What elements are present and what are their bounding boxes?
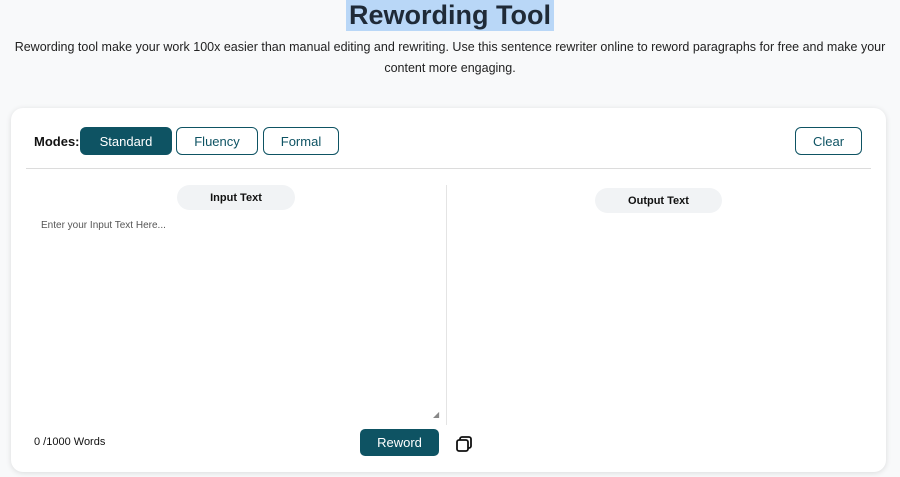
resize-handle-icon[interactable]: ◢ xyxy=(433,410,439,419)
page-subtitle: Rewording tool make your work 100x easie… xyxy=(14,40,886,75)
rewording-card: Modes: Standard Fluency Formal Clear Inp… xyxy=(11,108,886,472)
copy-icon[interactable] xyxy=(455,435,473,458)
output-text-heading: Output Text xyxy=(595,188,722,213)
mode-standard-button[interactable]: Standard xyxy=(80,127,172,155)
panel-divider xyxy=(446,185,447,425)
page-header: Rewording Tool xyxy=(0,0,900,31)
reword-button[interactable]: Reword xyxy=(360,429,439,456)
word-count: 0 /1000 Words xyxy=(34,436,106,448)
input-textarea[interactable] xyxy=(33,220,438,418)
mode-fluency-button[interactable]: Fluency xyxy=(176,127,258,155)
mode-formal-button[interactable]: Formal xyxy=(263,127,339,155)
modes-label: Modes: xyxy=(34,134,80,149)
clear-button[interactable]: Clear xyxy=(795,127,862,155)
toolbar-divider xyxy=(26,168,871,169)
page-title: Rewording Tool xyxy=(346,0,554,31)
input-text-heading: Input Text xyxy=(177,185,295,210)
